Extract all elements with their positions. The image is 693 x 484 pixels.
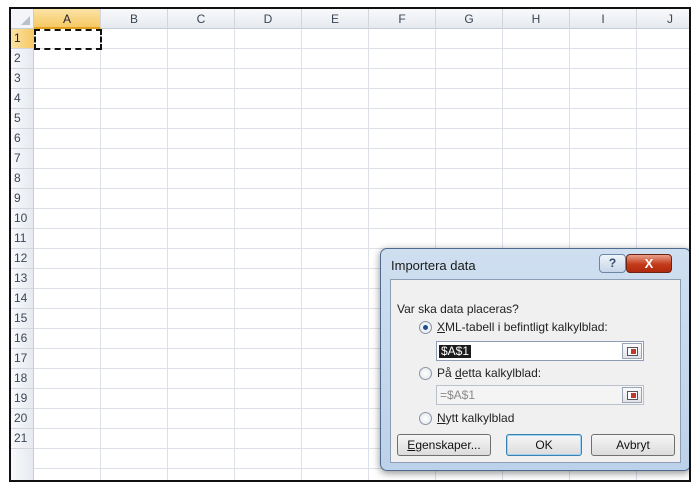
xml-table-existing-sheet-radio[interactable]: XML-tabell i befintligt kalkylblad: (419, 320, 608, 334)
selected-cell-a1[interactable] (34, 29, 102, 50)
column-header-a[interactable]: A (34, 9, 101, 29)
row-header[interactable]: 2 (11, 49, 33, 69)
radio-label: XML-tabell i befintligt kalkylblad: (437, 320, 608, 334)
sheet-cell-reference-value: =$A$1 (440, 388, 476, 402)
dialog-title: Importera data (391, 258, 476, 273)
row-header[interactable]: 11 (11, 229, 33, 249)
radio-unselected-icon (419, 411, 432, 425)
this-sheet-radio[interactable]: På detta kalkylblad: (419, 366, 541, 380)
row-header[interactable]: 7 (11, 149, 33, 169)
placement-question: Var ska data placeras? (397, 302, 519, 316)
column-header-i[interactable]: I (570, 9, 637, 29)
row-header[interactable]: 14 (11, 289, 33, 309)
dialog-body: Var ska data placeras? XML-tabell i befi… (390, 279, 681, 463)
help-icon: ? (608, 256, 617, 270)
xml-cell-reference-value: $A$1 (439, 344, 472, 358)
range-select-icon (627, 391, 638, 400)
row-header[interactable]: 8 (11, 169, 33, 189)
row-header[interactable]: 4 (11, 89, 33, 109)
sheet-cell-reference-input[interactable]: =$A$1 (436, 385, 644, 405)
collapse-dialog-button-disabled[interactable] (622, 387, 642, 403)
row-header[interactable]: 12 (11, 249, 33, 269)
row-header[interactable]: 13 (11, 269, 33, 289)
radio-label: På detta kalkylblad: (437, 366, 542, 380)
row-header[interactable]: 10 (11, 209, 33, 229)
dialog-titlebar[interactable]: Importera data ? X (381, 249, 689, 277)
spreadsheet-window: A B C D E F G H I J 1 2 3 4 5 6 7 8 9 10… (9, 7, 691, 482)
column-header-d[interactable]: D (235, 9, 302, 29)
row-header[interactable]: 9 (11, 189, 33, 209)
close-icon: X (644, 256, 654, 271)
row-header[interactable]: 19 (11, 389, 33, 409)
column-header-j[interactable]: J (637, 9, 689, 29)
column-header-e[interactable]: E (302, 9, 369, 29)
cancel-button[interactable]: Avbryt (591, 434, 675, 456)
row-header[interactable]: 21 (11, 429, 33, 449)
row-header[interactable]: 18 (11, 369, 33, 389)
column-header-b[interactable]: B (101, 9, 168, 29)
row-headers: 1 2 3 4 5 6 7 8 9 10 11 12 13 14 15 16 1… (11, 29, 34, 480)
column-header-g[interactable]: G (436, 9, 503, 29)
row-header[interactable]: 6 (11, 129, 33, 149)
row-header[interactable]: 3 (11, 69, 33, 89)
row-header[interactable]: 16 (11, 329, 33, 349)
row-header[interactable]: 17 (11, 349, 33, 369)
column-header-h[interactable]: H (503, 9, 570, 29)
row-header[interactable]: 5 (11, 109, 33, 129)
column-headers: A B C D E F G H I J (34, 9, 689, 29)
column-header-c[interactable]: C (168, 9, 235, 29)
range-select-icon (627, 347, 638, 356)
collapse-dialog-button[interactable] (622, 343, 642, 359)
radio-selected-icon (419, 320, 432, 334)
close-button[interactable]: X (626, 254, 672, 273)
row-header[interactable]: 1 (11, 29, 33, 49)
properties-button[interactable]: Egenskaper... (397, 434, 491, 456)
column-header-f[interactable]: F (369, 9, 436, 29)
select-all-corner[interactable] (11, 9, 34, 29)
import-data-dialog: Importera data ? X Var ska data placeras… (380, 248, 689, 471)
xml-cell-reference-input[interactable]: $A$1 (436, 341, 644, 361)
new-sheet-radio[interactable]: Nytt kalkylblad (419, 411, 514, 425)
select-all-triangle-icon (21, 16, 30, 25)
row-header[interactable]: 20 (11, 409, 33, 429)
row-header[interactable]: 15 (11, 309, 33, 329)
help-button[interactable]: ? (599, 254, 626, 273)
radio-label: Nytt kalkylblad (437, 411, 515, 425)
ok-button[interactable]: OK (506, 434, 582, 456)
radio-unselected-icon (419, 366, 432, 380)
